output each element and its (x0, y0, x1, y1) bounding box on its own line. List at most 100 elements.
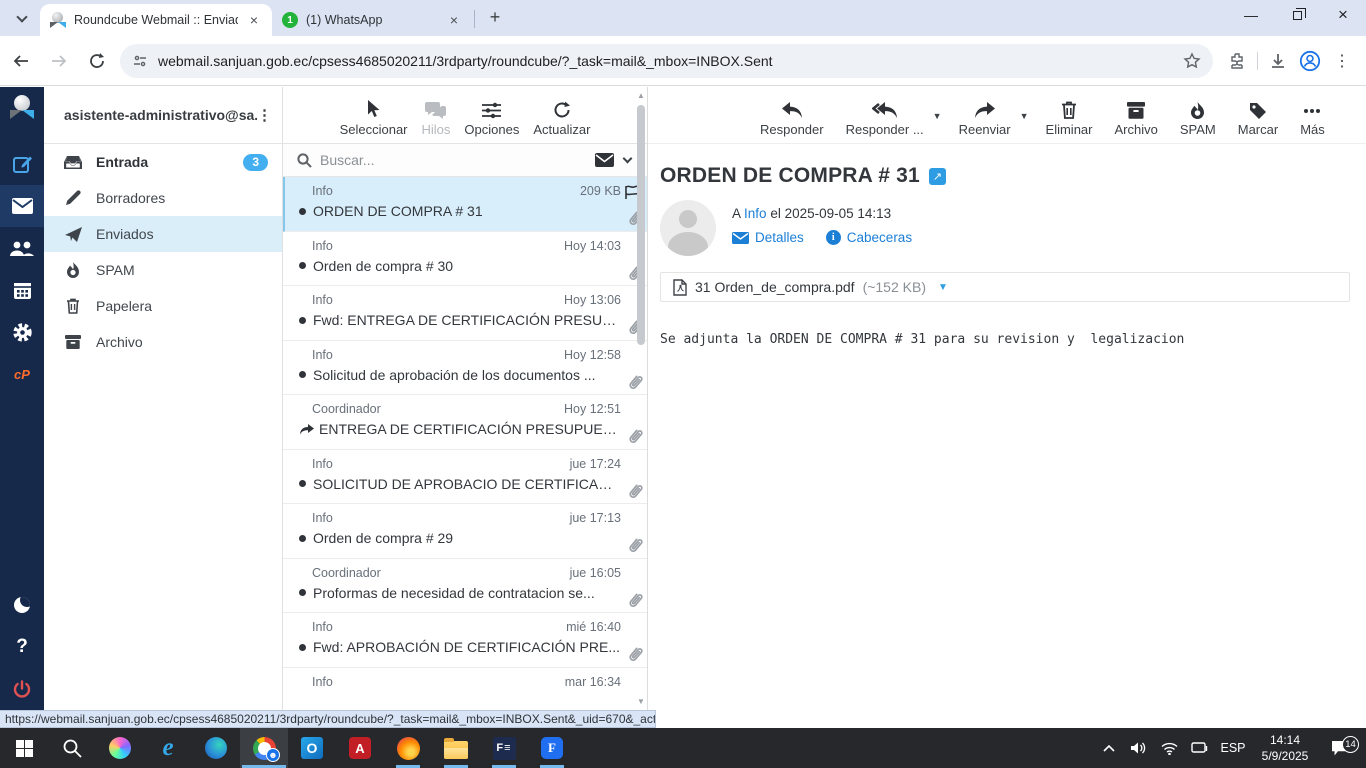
threads-button[interactable]: Hilos (422, 102, 450, 137)
message-row[interactable]: Info mar 16:34 (283, 668, 647, 711)
taskbar-search-icon[interactable] (48, 728, 96, 768)
unread-dot-icon (299, 643, 306, 651)
tab-roundcube[interactable]: Roundcube Webmail :: Enviados × (40, 4, 272, 36)
tray-chevron-icon[interactable] (1096, 744, 1122, 752)
account-menu-icon[interactable]: ⋮ (257, 106, 272, 124)
delete-button[interactable]: Eliminar (1039, 101, 1100, 137)
start-button[interactable] (0, 728, 48, 768)
forward-button[interactable]: Reenviar (952, 102, 1018, 137)
extensions-icon[interactable] (1221, 45, 1253, 77)
message-date-or-size: jue 17:13 (569, 511, 621, 525)
edge-icon[interactable] (192, 728, 240, 768)
folder-spam[interactable]: SPAM (44, 252, 282, 288)
spam-button[interactable]: SPAM (1173, 102, 1223, 137)
cpanel-logo-icon[interactable]: cP (0, 353, 44, 395)
list-scrollbar[interactable]: ▲ ▼ (636, 91, 646, 706)
reply-button[interactable]: Responder (753, 102, 831, 137)
restore-button[interactable] (1274, 0, 1320, 30)
cast-screen-icon[interactable] (1186, 741, 1212, 755)
wifi-icon[interactable] (1156, 742, 1182, 755)
reply-all-menu-caret-icon[interactable]: ▼ (933, 111, 942, 121)
downloads-icon[interactable] (1262, 45, 1294, 77)
folder-entrada[interactable]: Entrada 3 (44, 144, 282, 180)
attachment-name[interactable]: 31 Orden_de_compra.pdf (695, 279, 855, 295)
dark-mode-moon-icon[interactable] (0, 584, 44, 626)
message-row[interactable]: Info Hoy 14:03 Orden de compra # 30 (283, 232, 647, 286)
acrobat-icon[interactable]: A (336, 728, 384, 768)
select-button[interactable]: Seleccionar (340, 100, 408, 137)
firefox-icon[interactable] (384, 728, 432, 768)
open-in-new-window-icon[interactable]: ↗ (928, 167, 946, 185)
tab-close-icon[interactable]: × (446, 12, 462, 28)
settings-gear-icon[interactable] (0, 311, 44, 353)
tab-search-chevron-icon[interactable] (8, 4, 36, 32)
tab-title: Roundcube Webmail :: Enviados (74, 13, 238, 27)
tab-close-icon[interactable]: × (246, 12, 262, 28)
message-row[interactable]: Info 209 KB ORDEN DE COMPRA # 31 (283, 177, 647, 232)
close-button[interactable]: × (1320, 0, 1366, 30)
message-row[interactable]: Coordinador jue 16:05 Proformas de necesid… (283, 559, 647, 613)
forward-menu-caret-icon[interactable]: ▼ (1020, 111, 1029, 121)
message-header: A Info el 2025-09-05 14:13 Detalles i Ca… (660, 200, 1352, 256)
volume-icon[interactable] (1126, 741, 1152, 755)
logout-power-icon[interactable] (0, 668, 44, 710)
app-f-dark-icon[interactable]: F≡ (480, 728, 528, 768)
notification-center-icon[interactable]: 14 (1320, 735, 1360, 756)
recipient-link[interactable]: Info (744, 206, 767, 221)
address-bar[interactable]: webmail.sanjuan.gob.ec/cpsess4685020211/… (120, 43, 1213, 78)
details-link[interactable]: Detalles (732, 230, 804, 245)
message-row[interactable]: Info jue 17:13 Orden de compra # 29 (283, 504, 647, 559)
message-row[interactable]: Coordinador Hoy 12:51 ENTREGA DE CERTIFICA… (283, 395, 647, 450)
archive-button[interactable]: Archivo (1108, 102, 1165, 137)
pdf-file-icon (673, 278, 687, 296)
language-indicator[interactable]: ESP (1216, 741, 1250, 755)
clock[interactable]: 14:14 5/9/2025 (1254, 732, 1316, 764)
scrollbar-thumb[interactable] (637, 105, 645, 345)
url-text[interactable]: webmail.sanjuan.gob.ec/cpsess4685020211/… (158, 53, 1183, 69)
attachment-menu-caret-icon[interactable]: ▼ (938, 282, 948, 293)
chrome-icon[interactable]: ☻ (240, 728, 288, 768)
attachment-bar[interactable]: 31 Orden_de_compra.pdf (~152 KB) ▼ (660, 272, 1350, 302)
folder-borradores[interactable]: Borradores (44, 180, 282, 216)
message-row[interactable]: Info Hoy 13:06 Fwd: ENTREGA DE CERTIFICACI… (283, 286, 647, 341)
mail-nav-icon[interactable] (0, 185, 44, 227)
browser-menu-icon[interactable]: ⋮ (1326, 45, 1358, 77)
options-button[interactable]: Opciones (464, 102, 519, 137)
search-scope-mail-icon[interactable] (595, 153, 614, 167)
back-button[interactable] (4, 44, 38, 78)
help-icon[interactable]: ? (0, 626, 44, 668)
outlook-icon[interactable]: O (288, 728, 336, 768)
folder-enviados[interactable]: Enviados (44, 216, 282, 252)
profile-icon[interactable] (1294, 45, 1326, 77)
file-explorer-icon[interactable] (432, 728, 480, 768)
more-button[interactable]: Más (1293, 102, 1332, 137)
scroll-down-icon[interactable]: ▼ (636, 697, 646, 706)
folder-archivo[interactable]: Archivo (44, 324, 282, 360)
headers-link[interactable]: i Cabeceras (825, 230, 912, 245)
contacts-nav-icon[interactable] (0, 227, 44, 269)
bookmark-star-icon[interactable] (1183, 51, 1201, 70)
minimize-button[interactable]: — (1228, 0, 1274, 30)
reply-all-button[interactable]: Responder ... (839, 102, 931, 137)
scroll-up-icon[interactable]: ▲ (636, 91, 646, 100)
message-subject: Fwd: APROBACIÓN DE CERTIFICACIÓN PRE... (313, 639, 621, 655)
calendar-nav-icon[interactable] (0, 269, 44, 311)
compose-button[interactable] (0, 143, 44, 185)
internet-explorer-icon[interactable]: e (144, 728, 192, 768)
message-row[interactable]: Info mié 16:40 Fwd: APROBACIÓN DE CERTIFIC… (283, 613, 647, 668)
mark-button[interactable]: Marcar (1231, 102, 1285, 137)
tab-whatsapp[interactable]: 1 (1) WhatsApp × (272, 4, 472, 36)
folder-papelera[interactable]: Papelera (44, 288, 282, 324)
new-tab-button[interactable]: + (483, 7, 507, 28)
refresh-button[interactable]: Actualizar (533, 101, 590, 137)
app-f-blue-icon[interactable]: F (528, 728, 576, 768)
search-options-chevron-icon[interactable] (622, 153, 633, 164)
search-input[interactable] (320, 152, 595, 168)
message-row[interactable]: Info jue 17:24 SOLICITUD DE APROBACIO DE C… (283, 450, 647, 504)
reload-button[interactable] (80, 44, 114, 78)
copilot-icon[interactable] (96, 728, 144, 768)
site-settings-icon[interactable] (132, 53, 148, 69)
message-row[interactable]: Info Hoy 12:58 Solicitud de aprobación de … (283, 341, 647, 395)
threads-icon (425, 102, 447, 119)
forward-button[interactable] (42, 44, 76, 78)
